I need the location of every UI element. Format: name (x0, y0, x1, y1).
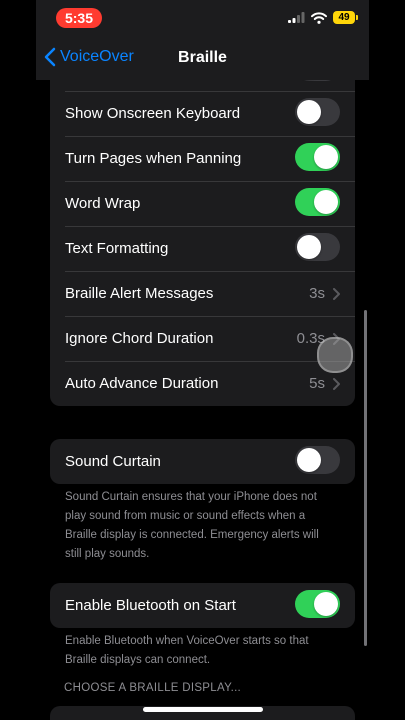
row-enable-bluetooth[interactable]: Enable Bluetooth on Start (50, 583, 355, 628)
sound-curtain-toggle[interactable] (295, 446, 340, 474)
show-onscreen-keyboard-toggle[interactable] (295, 98, 340, 126)
row-word-wrap[interactable]: Word Wrap (50, 181, 355, 226)
navigation-bar: VoiceOver Braille (36, 38, 369, 80)
bluetooth-group: Enable Bluetooth on Start (50, 583, 355, 628)
row-value: 5s (309, 375, 325, 392)
braille-settings-group: Show Onscreen Keyboard Turn Pages when P… (50, 46, 355, 406)
cellular-signal-icon (288, 12, 305, 23)
row-auto-advance-duration[interactable]: Auto Advance Duration 5s (50, 361, 355, 406)
status-time: 5:35 (56, 8, 102, 28)
row-turn-pages-when-panning[interactable]: Turn Pages when Panning (50, 136, 355, 181)
home-indicator[interactable] (143, 707, 263, 712)
toggle-knob (297, 235, 321, 259)
toggle-knob (314, 145, 338, 169)
row-value-group: 3s (309, 285, 340, 302)
turn-pages-toggle[interactable] (295, 143, 340, 171)
chevron-right-icon (333, 287, 340, 300)
sound-curtain-group: Sound Curtain (50, 439, 355, 484)
row-value: 3s (309, 285, 325, 302)
toggle-knob (314, 592, 338, 616)
wifi-icon (311, 11, 327, 24)
row-braille-alert-messages[interactable]: Braille Alert Messages 3s (50, 271, 355, 316)
bluetooth-footer: Enable Bluetooth when VoiceOver starts s… (65, 635, 309, 666)
sound-curtain-footer: Sound Curtain ensures that your iPhone d… (65, 491, 319, 560)
row-value-group: 5s (309, 375, 340, 392)
touch-indicator (317, 337, 353, 373)
page-title: Braille (178, 49, 227, 66)
row-sound-curtain[interactable]: Sound Curtain (50, 439, 355, 484)
chevron-right-icon (333, 377, 340, 390)
row-show-onscreen-keyboard[interactable]: Show Onscreen Keyboard (50, 91, 355, 136)
choose-braille-display-header: CHOOSE A BRAILLE DISPLAY... (64, 682, 242, 694)
word-wrap-toggle[interactable] (295, 188, 340, 216)
scroll-indicator[interactable] (364, 310, 367, 646)
toggle-knob (297, 448, 321, 472)
status-bar: 5:35 49 (36, 0, 369, 38)
phone-screen: Show Onscreen Keyboard Turn Pages when P… (36, 0, 369, 720)
row-text-formatting[interactable]: Text Formatting (50, 226, 355, 271)
row-ignore-chord-duration[interactable]: Ignore Chord Duration 0.3s (50, 316, 355, 361)
battery-icon: 49 (333, 11, 358, 24)
enable-bluetooth-toggle[interactable] (295, 590, 340, 618)
toggle-knob (314, 190, 338, 214)
toggle-knob (297, 100, 321, 124)
status-icons: 49 (288, 11, 358, 24)
text-formatting-toggle[interactable] (295, 233, 340, 261)
